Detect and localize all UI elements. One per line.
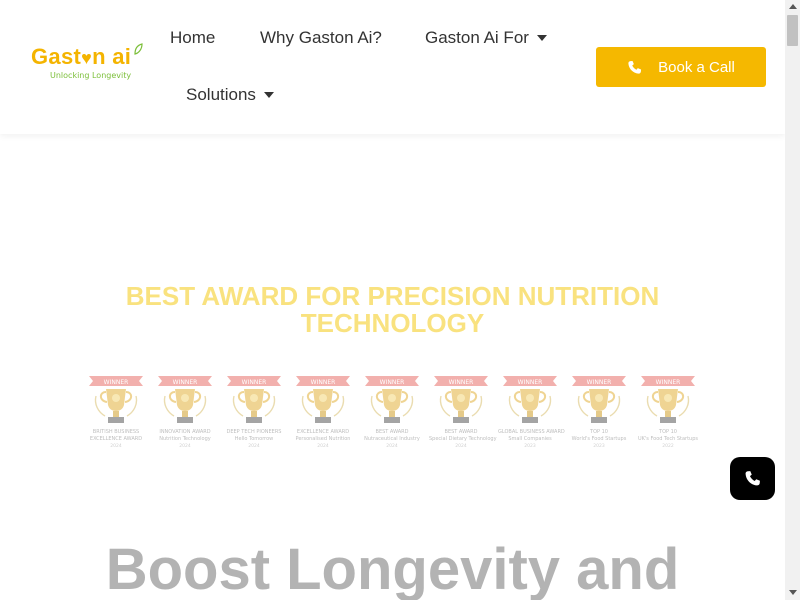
award-ribbon-text: WINNER (311, 379, 336, 386)
logo-name-part2: n ai (92, 44, 132, 69)
book-a-call-label: Book a Call (658, 58, 735, 76)
phone-icon (745, 471, 760, 486)
award-year: 2024 (110, 444, 122, 449)
nav-home-label: Home (170, 28, 216, 47)
award-badge: WINNER TOP 10 World's Food Startups 2023 (567, 372, 631, 452)
award-caption-1: BRITISH BUSINESS (92, 429, 140, 435)
awards-title-line1: BEST AWARD FOR PRECISION NUTRITION (125, 281, 660, 311)
award-badge: WINNER BEST AWARD Special Dietary Technolo… (429, 372, 497, 452)
logo-name-part1: Gast (31, 44, 82, 69)
leaf-icon (134, 43, 143, 55)
award-caption-2: UK's Food Tech Startups (637, 436, 699, 442)
trophy-icon: WINNER (641, 376, 695, 423)
heart-icon: ♥ (81, 48, 93, 68)
hero-headline: Boost Longevity and (105, 537, 680, 600)
site-header: Gast♥n ai Unlocking Longevity Home Why G… (0, 0, 785, 134)
award-badge: WINNER GLOBAL BUSINESS AWARD Small Compani… (498, 372, 565, 452)
nav-gaston-for-label: Gaston Ai For (425, 28, 529, 47)
award-ribbon-text: WINNER (104, 379, 129, 386)
award-badge: WINNER INNOVATION AWARD Nutrition Technolo… (153, 372, 217, 452)
award-year: 2024 (248, 444, 260, 449)
awards-row: WINNER BRITISH BUSINESS EXCELLENCE AWARD 20… (84, 372, 700, 452)
nav-gaston-for[interactable]: Gaston Ai For (425, 28, 547, 48)
award-year: 2023 (524, 444, 536, 449)
award-caption-1: DEEP TECH PIONEERS (226, 429, 282, 435)
award-year: 2024 (386, 444, 398, 449)
trophy-icon: WINNER (296, 376, 350, 423)
award-ribbon-text: WINNER (449, 379, 474, 386)
award-ribbon-text: WINNER (587, 379, 612, 386)
logo-tagline: Unlocking Longevity (50, 71, 132, 80)
award-year: 2022 (662, 444, 674, 449)
award-badge: WINNER BEST AWARD Nutraceutical Industry 20… (360, 372, 424, 452)
award-year: 2024 (317, 444, 329, 449)
trophy-icon: WINNER (365, 376, 419, 423)
award-caption-1: BEST AWARD (375, 429, 409, 435)
nav-why-gaston-label: Why Gaston Ai? (260, 28, 382, 47)
award-caption-2: EXCELLENCE AWARD (89, 436, 143, 442)
vertical-scrollbar[interactable] (785, 0, 800, 600)
award-ribbon-text: WINNER (518, 379, 543, 386)
nav-solutions[interactable]: Solutions (186, 85, 274, 105)
nav-solutions-label: Solutions (186, 85, 256, 104)
award-ribbon-text: WINNER (380, 379, 405, 386)
award-caption-2: Personalised Nutrition (295, 436, 351, 442)
award-caption-1: BEST AWARD (444, 429, 478, 435)
award-caption-2: Small Companies (508, 436, 552, 442)
award-year: 2024 (179, 444, 191, 449)
awards-title: BEST AWARD FOR PRECISION NUTRITION TECHN… (0, 283, 785, 337)
scroll-up-arrow-icon[interactable] (789, 4, 797, 9)
caret-down-icon (536, 35, 547, 41)
page: Gast♥n ai Unlocking Longevity Home Why G… (0, 0, 800, 600)
awards-title-line2: TECHNOLOGY (300, 308, 485, 338)
award-ribbon-text: WINNER (173, 379, 198, 386)
trophy-icon: WINNER (572, 376, 626, 423)
trophy-icon: WINNER (158, 376, 212, 423)
trophy-icon: WINNER (503, 376, 557, 423)
brand-logo[interactable]: Gast♥n ai Unlocking Longevity (31, 43, 146, 86)
award-year: 2023 (593, 444, 605, 449)
award-caption-2: Nutrition Technology (159, 436, 211, 442)
nav-why-gaston[interactable]: Why Gaston Ai? (260, 28, 382, 48)
book-a-call-button[interactable]: Book a Call (596, 47, 766, 87)
phone-icon (627, 60, 642, 75)
scroll-down-arrow-icon[interactable] (789, 590, 797, 595)
award-badge: WINNER EXCELLENCE AWARD Personalised Nutri… (291, 372, 355, 452)
scrollbar-thumb[interactable] (787, 15, 798, 46)
trophy-icon: WINNER (434, 376, 488, 423)
award-caption-1: TOP 10 (659, 429, 677, 435)
award-caption-2: World's Food Startups (571, 436, 627, 442)
logo-wordmark: Gast♥n ai (31, 44, 131, 70)
award-badge: WINNER DEEP TECH PIONEERS Hello Tomorrow 20… (222, 372, 286, 452)
award-caption-1: EXCELLENCE AWARD (296, 429, 350, 435)
trophy-icon: WINNER (89, 376, 143, 423)
award-ribbon-text: WINNER (656, 379, 681, 386)
award-caption-1: INNOVATION AWARD (159, 429, 211, 435)
floating-call-button[interactable] (730, 457, 775, 500)
trophy-icon: WINNER (227, 376, 281, 423)
award-caption-2: Special Dietary Technology (429, 436, 497, 442)
award-caption-2: Nutraceutical Industry (364, 436, 420, 442)
award-caption-1: GLOBAL BUSINESS AWARD (498, 429, 565, 435)
award-badge: WINNER TOP 10 UK's Food Tech Startups 2022 (636, 372, 700, 452)
award-caption-1: TOP 10 (590, 429, 608, 435)
award-ribbon-text: WINNER (242, 379, 267, 386)
award-caption-2: Hello Tomorrow (234, 436, 274, 442)
award-year: 2024 (455, 444, 467, 449)
caret-down-icon (263, 92, 274, 98)
award-badge: WINNER BRITISH BUSINESS EXCELLENCE AWARD 20… (84, 372, 148, 452)
nav-home[interactable]: Home (170, 28, 215, 48)
